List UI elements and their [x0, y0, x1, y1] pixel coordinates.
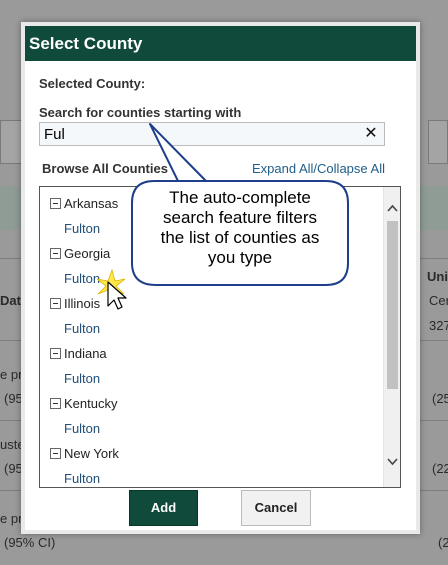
callout-line: you type — [207, 248, 273, 267]
callout-line: search feature filters — [162, 208, 317, 227]
callout-text: The auto-complete search feature filters… — [132, 188, 348, 268]
callout-bubble — [96, 123, 349, 310]
mouse-cursor-icon — [107, 281, 127, 310]
callout-line: The auto-complete — [169, 188, 311, 207]
callout-line: the list of counties as — [160, 228, 320, 247]
